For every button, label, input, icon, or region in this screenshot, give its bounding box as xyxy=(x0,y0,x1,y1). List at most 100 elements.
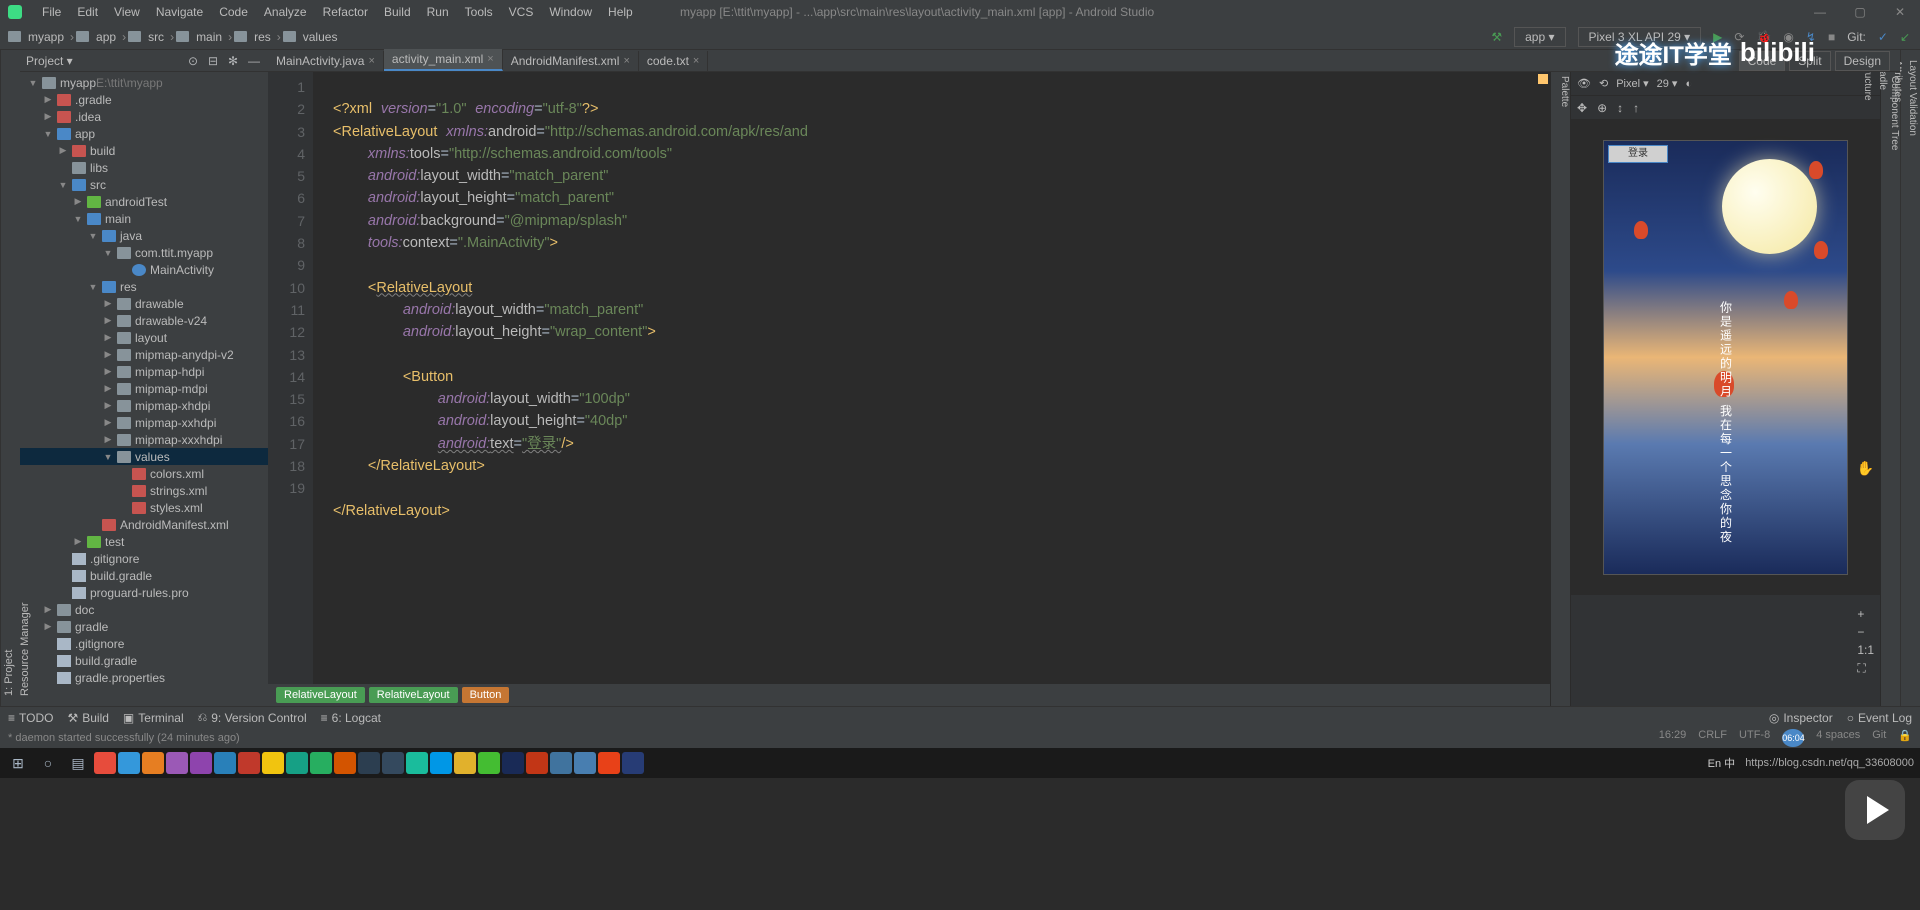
crumb-app[interactable]: app xyxy=(92,30,120,44)
view-design[interactable]: Design xyxy=(1835,51,1890,71)
crumb-src[interactable]: src xyxy=(144,30,168,44)
tree-node-styles-xml[interactable]: styles.xml xyxy=(20,499,268,516)
crumb-main[interactable]: main xyxy=(192,30,226,44)
app-icon[interactable] xyxy=(526,752,548,774)
app-icon[interactable] xyxy=(454,752,476,774)
tree-node-libs[interactable]: libs xyxy=(20,159,268,176)
tree-node--gitignore[interactable]: .gitignore xyxy=(20,635,268,652)
menu-view[interactable]: View xyxy=(106,5,148,19)
tree-node-res[interactable]: res xyxy=(20,278,268,295)
tree-node-myapp[interactable]: myapp E:\ttit\myapp xyxy=(20,74,268,91)
tool-eventlog[interactable]: ○ Event Log xyxy=(1847,711,1912,725)
tab-activity-main[interactable]: activity_main.xml× xyxy=(384,49,503,71)
tree-node-mipmap-xxhdpi[interactable]: mipmap-xxhdpi xyxy=(20,414,268,431)
tree-arrow-icon[interactable] xyxy=(88,231,98,241)
tree-arrow-icon[interactable] xyxy=(103,248,113,258)
app-icon[interactable] xyxy=(94,752,116,774)
tree-arrow-icon[interactable] xyxy=(73,214,83,224)
device-type[interactable]: Pixel ▾ xyxy=(1616,77,1648,90)
menu-build[interactable]: Build xyxy=(376,5,419,19)
tree-node--gitignore[interactable]: .gitignore xyxy=(20,550,268,567)
zoom-icon[interactable]: ⊕ xyxy=(1597,101,1607,115)
menu-window[interactable]: Window xyxy=(541,5,600,19)
app-icon[interactable] xyxy=(598,752,620,774)
menu-edit[interactable]: Edit xyxy=(69,5,106,19)
menu-run[interactable]: Run xyxy=(419,5,457,19)
app-icon[interactable] xyxy=(334,752,356,774)
menu-help[interactable]: Help xyxy=(600,5,641,19)
crumb-values[interactable]: values xyxy=(299,30,342,44)
vcs-update-icon[interactable]: ✓ xyxy=(1878,30,1888,44)
tree-arrow-icon[interactable] xyxy=(58,180,68,190)
collapse-icon[interactable]: ⊟ xyxy=(208,54,222,68)
tree-arrow-icon[interactable] xyxy=(103,452,113,462)
tree-node-mipmap-hdpi[interactable]: mipmap-hdpi xyxy=(20,363,268,380)
close-icon[interactable]: × xyxy=(693,55,699,67)
tree-node-proguard-rules-pro[interactable]: proguard-rules.pro xyxy=(20,584,268,601)
tree-arrow-icon[interactable] xyxy=(103,315,113,326)
tree-node-colors-xml[interactable]: colors.xml xyxy=(20,465,268,482)
palette-gutter[interactable]: Palette xyxy=(1550,72,1570,706)
app-icon[interactable] xyxy=(358,752,380,774)
tree-node-mipmap-mdpi[interactable]: mipmap-mdpi xyxy=(20,380,268,397)
tree-node-app[interactable]: app xyxy=(20,125,268,142)
more-icon[interactable]: ↑ xyxy=(1633,101,1639,115)
tree-node-java[interactable]: java xyxy=(20,227,268,244)
maximize-icon[interactable]: ▢ xyxy=(1840,5,1880,19)
close-icon[interactable]: × xyxy=(368,55,374,67)
tree-arrow-icon[interactable] xyxy=(103,298,113,309)
tree-arrow-icon[interactable] xyxy=(58,145,68,156)
tab-codetxt[interactable]: code.txt× xyxy=(639,51,708,71)
tree-node-androidmanifest-xml[interactable]: AndroidManifest.xml xyxy=(20,516,268,533)
crumb-res[interactable]: res xyxy=(250,30,275,44)
app-icon[interactable] xyxy=(574,752,596,774)
app-icon[interactable] xyxy=(214,752,236,774)
vcs-commit-icon[interactable]: ↙ xyxy=(1900,30,1910,44)
ime-indicator[interactable]: En 中 xyxy=(1708,755,1736,771)
app-icon[interactable] xyxy=(382,752,404,774)
tree-arrow-icon[interactable] xyxy=(73,196,83,207)
tree-node-build[interactable]: build xyxy=(20,142,268,159)
tree-arrow-icon[interactable] xyxy=(73,536,83,547)
app-icon[interactable] xyxy=(166,752,188,774)
gutter-project[interactable]: 1: Project xyxy=(1,56,17,700)
app-icon[interactable] xyxy=(430,752,452,774)
tree-arrow-icon[interactable] xyxy=(43,94,53,105)
tree-arrow-icon[interactable] xyxy=(103,349,113,360)
tree-arrow-icon[interactable] xyxy=(88,282,98,292)
api-level[interactable]: 29 ▾ xyxy=(1657,77,1678,90)
rotate-icon[interactable]: ↕ xyxy=(1617,101,1623,115)
app-icon[interactable] xyxy=(502,752,524,774)
taskview-icon[interactable]: ▤ xyxy=(64,750,92,776)
tree-node-mipmap-anydpi-v2[interactable]: mipmap-anydpi-v2 xyxy=(20,346,268,363)
zoom-out-icon[interactable]: − xyxy=(1857,625,1874,639)
app-icon[interactable] xyxy=(622,752,644,774)
tree-node-strings-xml[interactable]: strings.xml xyxy=(20,482,268,499)
tree-node-layout[interactable]: layout xyxy=(20,329,268,346)
menu-vcs[interactable]: VCS xyxy=(501,5,542,19)
tool-todo[interactable]: ≡ TODO xyxy=(8,711,53,725)
tree-arrow-icon[interactable] xyxy=(103,383,113,394)
tree-node--gradle[interactable]: .gradle xyxy=(20,91,268,108)
tree-node--idea[interactable]: .idea xyxy=(20,108,268,125)
app-icon[interactable] xyxy=(190,752,212,774)
tool-terminal[interactable]: ▣ Terminal xyxy=(123,711,184,725)
app-icon[interactable] xyxy=(550,752,572,774)
pan-icon[interactable]: ✥ xyxy=(1577,101,1587,115)
tool-inspector[interactable]: ◎ Inspector xyxy=(1769,711,1833,725)
tree-arrow-icon[interactable] xyxy=(43,111,53,122)
menu-refactor[interactable]: Refactor xyxy=(315,5,376,19)
tree-arrow-icon[interactable] xyxy=(43,129,53,139)
preview-canvas[interactable]: 登录 你是遥远的明月 我在每一个思念你的夜 xyxy=(1571,120,1880,595)
zoom-fit-icon[interactable]: 1:1 xyxy=(1857,643,1874,657)
close-icon[interactable]: × xyxy=(623,55,629,67)
encoding[interactable]: UTF-8 xyxy=(1739,729,1770,747)
tab-manifest[interactable]: AndroidManifest.xml× xyxy=(503,51,639,71)
hand-icon[interactable]: ✋ xyxy=(1857,460,1874,477)
eye-icon[interactable]: 👁 xyxy=(1577,77,1591,90)
tree-node-mipmap-xxxhdpi[interactable]: mipmap-xxxhdpi xyxy=(20,431,268,448)
tree-arrow-icon[interactable] xyxy=(43,604,53,615)
app-icon[interactable] xyxy=(406,752,428,774)
menu-tools[interactable]: Tools xyxy=(457,5,501,19)
start-icon[interactable]: ⊞ xyxy=(4,750,32,776)
